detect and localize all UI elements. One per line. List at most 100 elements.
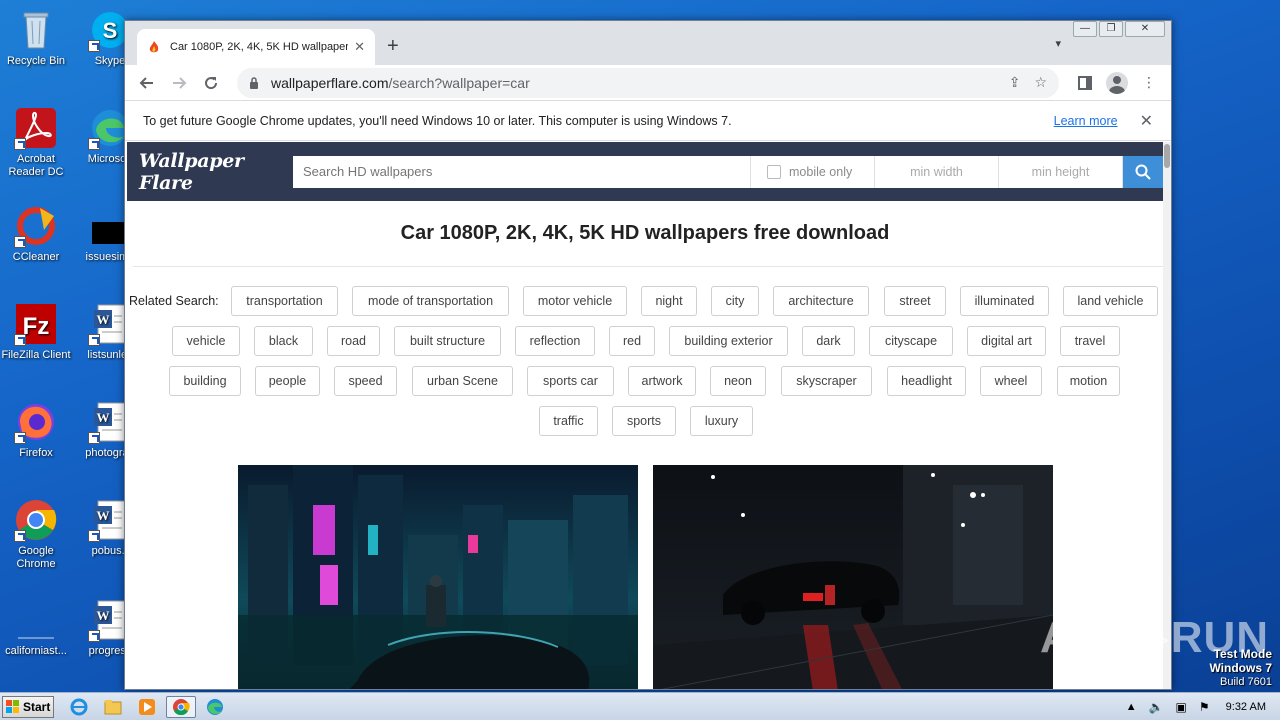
desktop-icon-label: Google Chrome — [16, 545, 56, 570]
tag-motor-vehicle[interactable]: motor vehicle — [523, 286, 627, 316]
tray-expand-icon[interactable]: ▲ — [1126, 701, 1137, 713]
tag-building-exterior[interactable]: building exterior — [669, 326, 788, 356]
desktop-icon-firefox[interactable]: Firefox — [0, 400, 74, 460]
tag-red[interactable]: red — [609, 326, 655, 356]
search-input[interactable] — [293, 155, 751, 188]
url-path: /search?wallpaper=car — [388, 74, 530, 91]
tag-travel[interactable]: travel — [1060, 326, 1120, 356]
window-close-button[interactable]: ✕ — [1125, 21, 1165, 37]
tab-search-chevron-icon[interactable]: ▾ — [1055, 37, 1061, 50]
tag-urban-scene[interactable]: urban Scene — [412, 366, 513, 396]
taskbar-explorer-icon[interactable] — [100, 696, 126, 718]
reload-icon[interactable] — [197, 69, 225, 97]
desktop-icon-acrobat[interactable]: Acrobat Reader DC — [0, 106, 74, 179]
desktop-icon-label: Acrobat Reader DC — [8, 153, 64, 178]
svg-text:Fz: Fz — [23, 313, 50, 340]
svg-text:W: W — [97, 312, 110, 327]
mobile-only-checkbox[interactable]: mobile only — [751, 155, 875, 188]
clock[interactable]: 9:32 AM — [1226, 701, 1266, 713]
infobar-close-icon[interactable]: ✕ — [1140, 111, 1153, 131]
title-bar: Car 1080P, 2K, 4K, 5K HD wallpaper ✕ + ▾… — [125, 21, 1171, 65]
action-center-flag-icon[interactable]: ⚑ — [1199, 700, 1210, 714]
address-bar[interactable]: wallpaperflare.com/search?wallpaper=car … — [237, 67, 1059, 98]
taskbar: Start ▲ 🔈 ▣ ⚑ 9:32 AM — [0, 692, 1280, 720]
min-height-input[interactable]: min height — [999, 155, 1123, 188]
watermark-line3: Build 7601 — [1220, 676, 1272, 688]
tag-road[interactable]: road — [327, 326, 380, 356]
network-icon[interactable]: ▣ — [1176, 700, 1187, 714]
start-button[interactable]: Start — [2, 696, 54, 718]
wallpaper-thumbnail-night-car[interactable] — [653, 465, 1053, 689]
tag-sports[interactable]: sports — [612, 406, 676, 436]
tab-active[interactable]: Car 1080P, 2K, 4K, 5K HD wallpaper ✕ — [137, 29, 375, 65]
tag-luxury[interactable]: luxury — [690, 406, 753, 436]
tag-building[interactable]: building — [169, 366, 241, 396]
page-scrollbar[interactable] — [1163, 142, 1171, 689]
desktop-icon-chrome[interactable]: Google Chrome — [0, 498, 74, 571]
desktop-icon-label: Recycle Bin — [6, 55, 66, 67]
volume-icon[interactable]: 🔈 — [1149, 700, 1164, 714]
search-icon — [1135, 164, 1151, 180]
tag-transportation[interactable]: transportation — [231, 286, 338, 316]
scrollbar-thumb[interactable] — [1164, 144, 1170, 168]
tag-street[interactable]: street — [884, 286, 946, 316]
browser-toolbar: wallpaperflare.com/search?wallpaper=car … — [125, 65, 1171, 101]
tag-sports-car[interactable]: sports car — [527, 366, 614, 396]
desktop-icon-filezilla[interactable]: Fz FileZilla Client — [0, 302, 74, 362]
tag-mode-of-transportation[interactable]: mode of transportation — [352, 286, 509, 316]
wallpaperflare-favicon — [149, 41, 159, 53]
restore-button[interactable]: ❐ — [1099, 21, 1123, 37]
tag-cityscape[interactable]: cityscape — [869, 326, 953, 356]
tag-artwork[interactable]: artwork — [628, 366, 696, 396]
bookmark-star-icon[interactable]: ☆ — [1034, 74, 1047, 91]
tag-wheel[interactable]: wheel — [980, 366, 1042, 396]
tag-reflection[interactable]: reflection — [515, 326, 595, 356]
related-search-label: Related Search: — [129, 294, 219, 308]
back-arrow-icon[interactable] — [133, 69, 161, 97]
learn-more-link[interactable]: Learn more — [1054, 114, 1118, 128]
side-panel-icon[interactable] — [1071, 69, 1099, 97]
taskbar-ie-icon[interactable] — [66, 696, 92, 718]
minimize-button[interactable]: — — [1073, 21, 1097, 37]
taskbar-chrome-icon[interactable] — [166, 696, 196, 718]
svg-text:W: W — [97, 508, 110, 523]
min-width-input[interactable]: min width — [875, 155, 999, 188]
search-button[interactable] — [1123, 155, 1163, 188]
taskbar-edge-icon[interactable] — [202, 696, 228, 718]
tag-vehicle[interactable]: vehicle — [172, 326, 240, 356]
checkbox-icon — [767, 164, 781, 179]
tag-neon[interactable]: neon — [710, 366, 766, 396]
new-tab-button[interactable]: + — [387, 35, 399, 58]
tag-motion[interactable]: motion — [1057, 366, 1120, 396]
forward-arrow-icon[interactable] — [165, 69, 193, 97]
desktop-icon-label: californiast... — [5, 645, 67, 657]
desktop-icon-recycle-bin[interactable]: Recycle Bin — [0, 8, 74, 68]
tag-city[interactable]: city — [711, 286, 759, 316]
kebab-menu-icon[interactable]: ⋮ — [1135, 69, 1163, 97]
tab-close-icon[interactable]: ✕ — [354, 39, 365, 55]
tag-skyscraper[interactable]: skyscraper — [781, 366, 872, 396]
tag-built-structure[interactable]: built structure — [394, 326, 501, 356]
tag-dark[interactable]: dark — [802, 326, 855, 356]
tag-people[interactable]: people — [255, 366, 320, 396]
taskbar-media-player-icon[interactable] — [134, 696, 160, 718]
tag-illuminated[interactable]: illuminated — [960, 286, 1049, 316]
tag-headlight[interactable]: headlight — [887, 366, 966, 396]
update-infobar: To get future Google Chrome updates, you… — [125, 101, 1171, 141]
filezilla-icon: Fz — [14, 302, 58, 346]
tag-digital-art[interactable]: digital art — [967, 326, 1046, 356]
tag-architecture[interactable]: architecture — [773, 286, 869, 316]
wallpaper-thumbnail-cyberpunk[interactable] — [238, 465, 638, 689]
tag-land-vehicle[interactable]: land vehicle — [1063, 286, 1158, 316]
start-label: Start — [23, 700, 51, 714]
share-icon[interactable]: ⇪ — [1009, 74, 1021, 91]
svg-text:S: S — [103, 18, 118, 43]
tag-speed[interactable]: speed — [334, 366, 397, 396]
profile-avatar-icon[interactable] — [1103, 69, 1131, 97]
desktop-icon-ccleaner[interactable]: CCleaner — [0, 204, 74, 264]
desktop-icon-californiast[interactable]: californiast... — [0, 598, 74, 658]
tag-black[interactable]: black — [254, 326, 313, 356]
site-logo[interactable]: Wallpaper Flare — [139, 150, 277, 194]
tag-night[interactable]: night — [641, 286, 697, 316]
tag-traffic[interactable]: traffic — [539, 406, 598, 436]
